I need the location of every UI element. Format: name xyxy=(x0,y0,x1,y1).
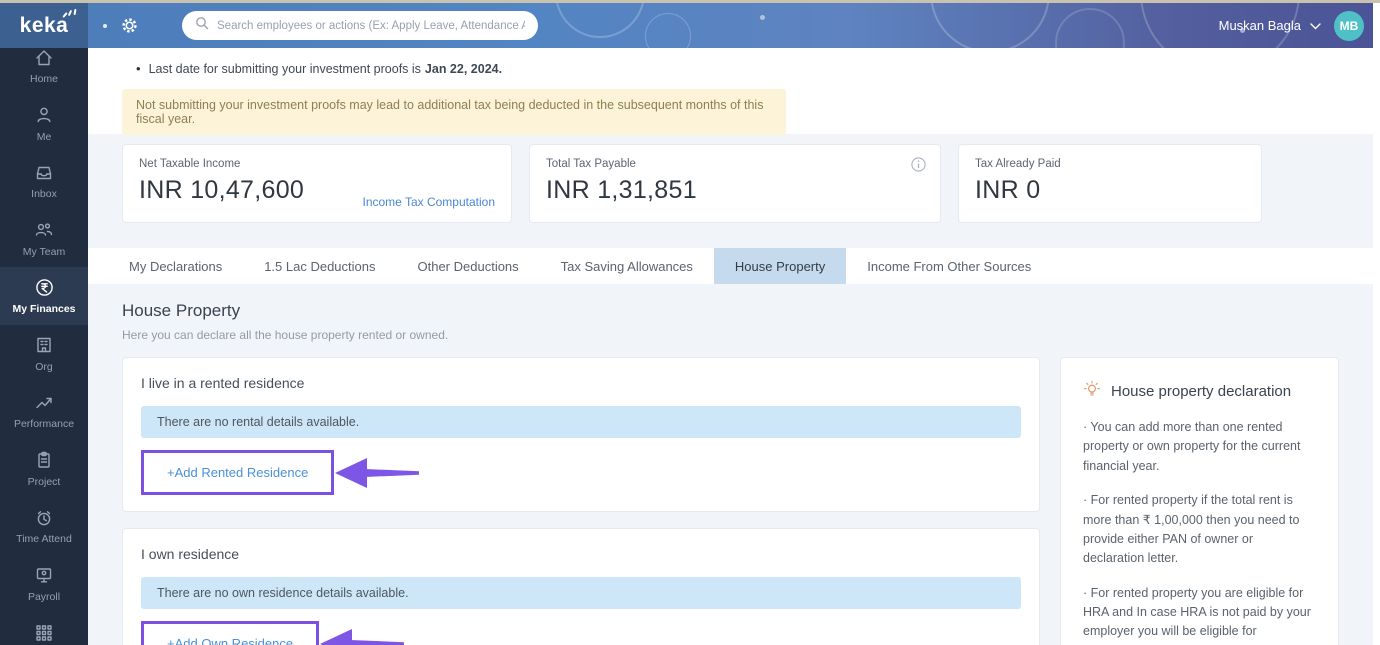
annotation-arrow xyxy=(320,628,406,645)
content-area: Last date for submitting your investment… xyxy=(88,48,1373,645)
sidebar-item-home[interactable]: Home xyxy=(0,48,88,95)
sidebar-item-org[interactable]: Org xyxy=(0,325,88,383)
info-point: For rented property you are eligible for… xyxy=(1083,584,1316,645)
topbar-decoration xyxy=(930,3,1050,48)
tab-my-declarations[interactable]: My Declarations xyxy=(108,248,243,284)
clipboard-icon xyxy=(34,450,54,471)
warning-banner: Not submitting your investment proofs ma… xyxy=(122,89,786,135)
gear-icon[interactable] xyxy=(120,16,139,35)
chevron-down-icon[interactable] xyxy=(1310,23,1321,30)
own-empty-message: There are no own residence details avail… xyxy=(141,577,1021,609)
rented-residence-title: I live in a rented residence xyxy=(141,375,305,391)
team-icon xyxy=(33,220,55,241)
annotation-arrow xyxy=(335,457,421,489)
add-rented-residence-button[interactable]: +Add Rented Residence xyxy=(141,450,335,495)
tab-1-5-lac-deductions[interactable]: 1.5 Lac Deductions xyxy=(243,248,396,284)
topbar: keka Muskan Bagla MB xyxy=(0,3,1373,48)
sidebar-item-me[interactable]: Me xyxy=(0,95,88,153)
card-label: Tax Already Paid xyxy=(975,158,1061,170)
building-icon xyxy=(34,335,54,356)
sidebar-item-payroll[interactable]: Payroll xyxy=(0,555,88,613)
global-search[interactable] xyxy=(182,11,538,40)
tab-other-deductions[interactable]: Other Deductions xyxy=(397,248,540,284)
avatar[interactable]: MB xyxy=(1334,10,1364,41)
rented-residence-card: I live in a rented residence There are n… xyxy=(122,357,1040,512)
info-point: You can add more than one rented propert… xyxy=(1083,418,1316,476)
keka-logo[interactable]: keka xyxy=(0,3,88,48)
own-residence-card: I own residence There are no own residen… xyxy=(122,528,1040,645)
topbar-decoration xyxy=(760,15,765,20)
home-icon xyxy=(34,48,54,68)
lightbulb-icon xyxy=(1083,380,1101,403)
sidebar-item-performance[interactable]: Performance xyxy=(0,382,88,440)
add-own-residence-button[interactable]: +Add Own Residence xyxy=(141,621,320,645)
rented-empty-message: There are no rental details available. xyxy=(141,406,1021,438)
logo-sparkle-icon xyxy=(62,8,77,19)
app-window: keka Muskan Bagla MB xyxy=(0,3,1373,645)
logo-text: keka xyxy=(19,13,69,37)
search-icon xyxy=(195,16,209,35)
sidebar-item-apps[interactable] xyxy=(0,612,88,645)
total-tax-payable-card: Total Tax Payable INR 1,31,851 xyxy=(529,144,941,223)
card-value: INR 0 xyxy=(975,176,1041,204)
card-label: Total Tax Payable xyxy=(546,158,636,170)
tax-already-paid-card: Tax Already Paid INR 0 xyxy=(958,144,1262,223)
topbar-decoration xyxy=(555,3,645,38)
info-icon[interactable] xyxy=(911,157,926,177)
tab-income-from-other-sources[interactable]: Income From Other Sources xyxy=(846,248,1052,284)
house-property-declaration-panel: House property declaration You can add m… xyxy=(1060,357,1339,645)
tab-tax-saving-allowances[interactable]: Tax Saving Allowances xyxy=(540,248,714,284)
monitor-icon xyxy=(34,565,54,586)
sidebar-item-my-team[interactable]: My Team xyxy=(0,210,88,268)
net-taxable-income-card: Net Taxable Income INR 10,47,600 Income … xyxy=(122,144,512,223)
topbar-decoration xyxy=(645,13,691,48)
card-value: INR 1,31,851 xyxy=(546,176,697,204)
inbox-icon xyxy=(34,162,54,183)
panel-title: House property declaration xyxy=(1111,383,1292,400)
sidebar-item-project[interactable]: Project xyxy=(0,440,88,498)
income-tax-computation-link[interactable]: Income Tax Computation xyxy=(362,195,495,209)
own-residence-title: I own residence xyxy=(141,546,240,562)
finances-tabs: My Declarations 1.5 Lac Deductions Other… xyxy=(88,248,1373,284)
trend-icon xyxy=(34,392,54,413)
info-point: For rented property if the total rent is… xyxy=(1083,491,1316,569)
deadline-date: Jan 22, 2024. xyxy=(424,61,503,76)
sidebar-item-time-attend[interactable]: Time Attend xyxy=(0,497,88,555)
summary-cards-row: Net Taxable Income INR 10,47,600 Income … xyxy=(122,144,1339,223)
page-title: House Property xyxy=(122,301,241,320)
page-subtitle: Here you can declare all the house prope… xyxy=(122,328,449,342)
tab-house-property[interactable]: House Property xyxy=(713,248,847,284)
alarm-clock-icon xyxy=(34,507,54,528)
apps-grid-icon xyxy=(35,622,53,643)
rupee-circle-icon xyxy=(34,277,55,298)
notice-panel: Last date for submitting your investment… xyxy=(88,48,1373,135)
sidebar: Home Me Inbox My Team My Finances Org Pe… xyxy=(0,48,88,645)
topbar-dot xyxy=(103,23,107,28)
sidebar-item-inbox[interactable]: Inbox xyxy=(0,152,88,210)
topbar-decoration xyxy=(1055,8,1125,48)
person-icon xyxy=(34,105,54,126)
deadline-notice: Last date for submitting your investment… xyxy=(136,61,1373,76)
search-input[interactable] xyxy=(217,19,525,32)
sidebar-item-my-finances[interactable]: My Finances xyxy=(0,267,88,325)
user-name[interactable]: Muskan Bagla xyxy=(1219,18,1301,33)
card-label: Net Taxable Income xyxy=(139,158,241,170)
